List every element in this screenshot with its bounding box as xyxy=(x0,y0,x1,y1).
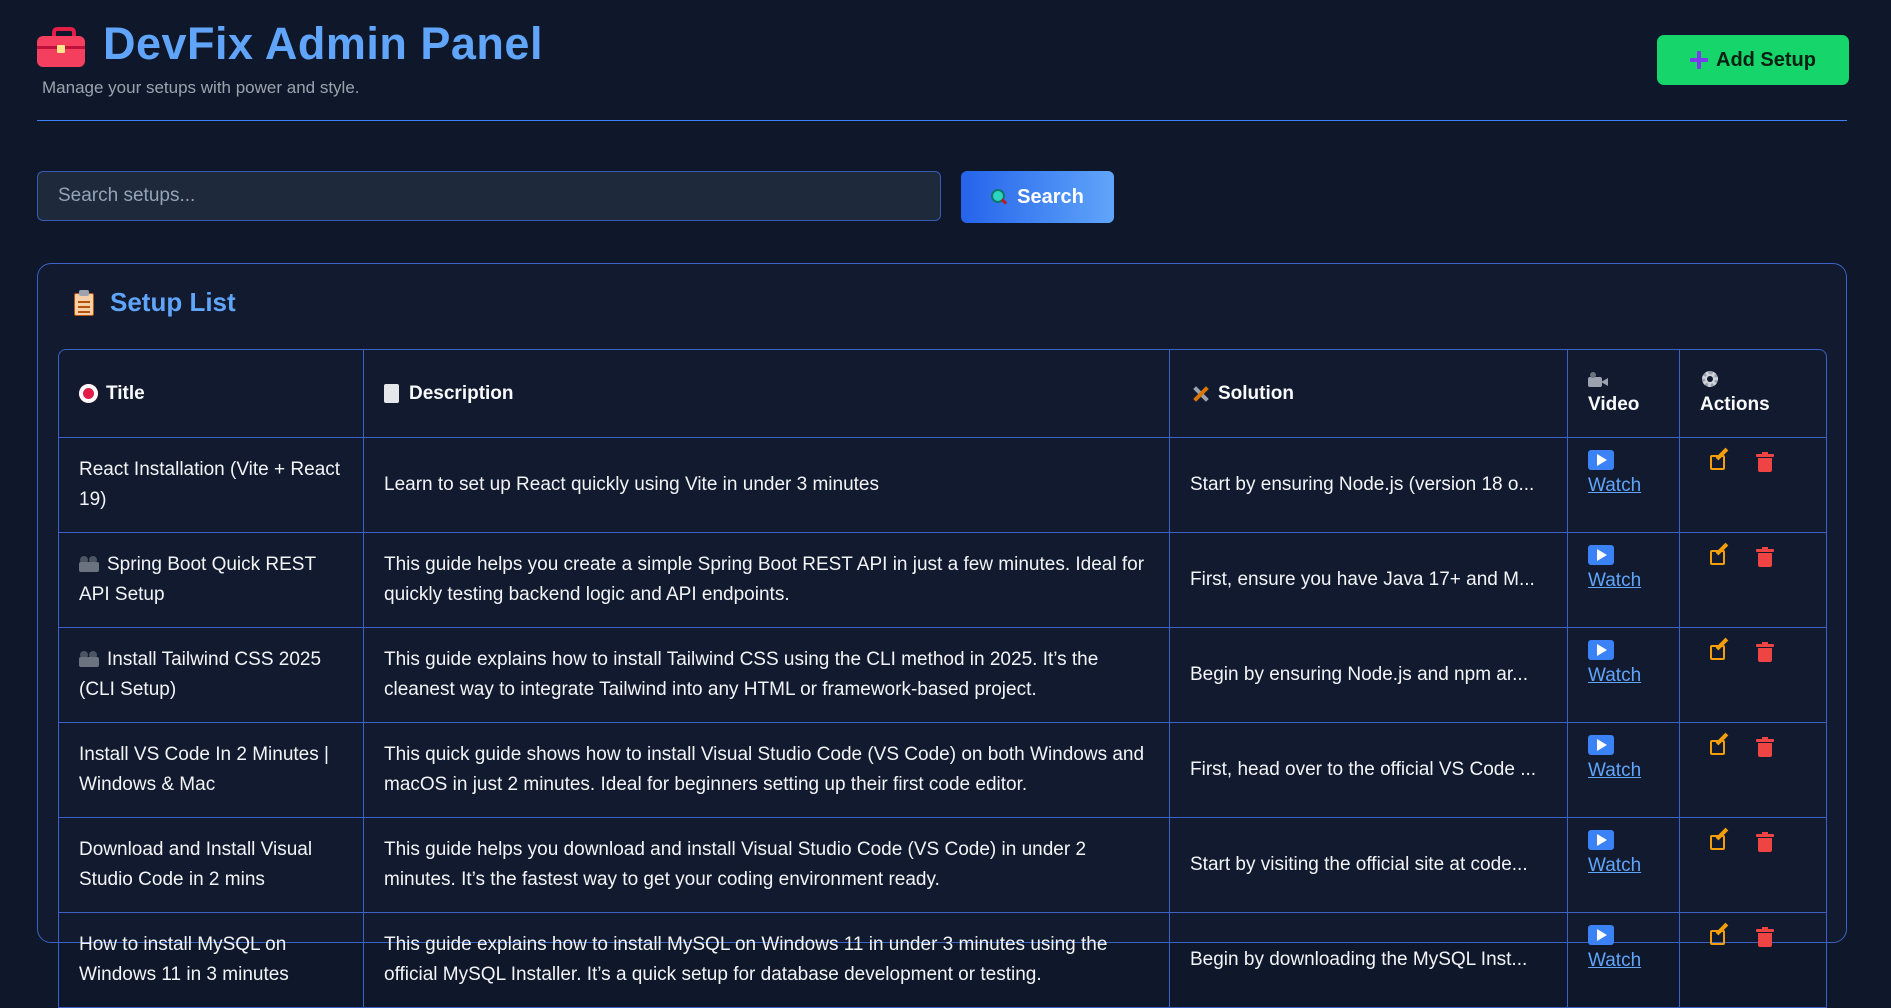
gear-icon xyxy=(1700,369,1720,389)
cell-solution: Start by visiting the official site at c… xyxy=(1170,818,1568,913)
table-row: Download and Install Visual Studio Code … xyxy=(58,818,1827,913)
cell-description: Learn to set up React quickly using Vite… xyxy=(364,438,1170,533)
col-header-solution: Solution xyxy=(1170,349,1568,438)
search-button-label: Search xyxy=(1017,185,1084,208)
panel-title: Setup List xyxy=(110,287,236,317)
col-header-title: Title xyxy=(58,349,364,438)
col-header-description: Description xyxy=(364,349,1170,438)
cell-actions xyxy=(1680,723,1827,818)
cell-video: Watch xyxy=(1568,913,1680,1008)
cell-video: Watch xyxy=(1568,533,1680,628)
trash-icon[interactable] xyxy=(1756,642,1774,662)
film-camera-icon xyxy=(79,556,99,572)
edit-icon[interactable] xyxy=(1710,827,1730,852)
edit-icon[interactable] xyxy=(1710,447,1730,472)
trash-icon[interactable] xyxy=(1756,737,1774,757)
cell-description: This quick guide shows how to install Vi… xyxy=(364,723,1170,818)
cell-video: Watch xyxy=(1568,723,1680,818)
edit-icon[interactable] xyxy=(1710,922,1730,947)
edit-icon[interactable] xyxy=(1710,542,1730,567)
col-header-video: Video xyxy=(1568,349,1680,438)
play-icon[interactable] xyxy=(1588,640,1614,660)
cell-actions xyxy=(1680,818,1827,913)
watch-link[interactable]: Watch xyxy=(1588,570,1641,591)
play-icon[interactable] xyxy=(1588,735,1614,755)
trash-icon[interactable] xyxy=(1756,452,1774,472)
trash-icon[interactable] xyxy=(1756,832,1774,852)
plus-icon xyxy=(1690,51,1708,69)
cell-title: Spring Boot Quick REST API Setup xyxy=(58,533,364,628)
app-title: DevFix Admin Panel xyxy=(103,18,543,69)
tools-icon xyxy=(1190,384,1210,404)
panel-header: Setup List xyxy=(74,287,236,318)
edit-icon[interactable] xyxy=(1710,637,1730,662)
cell-actions xyxy=(1680,438,1827,533)
cell-solution: First, head over to the official VS Code… xyxy=(1170,723,1568,818)
watch-link[interactable]: Watch xyxy=(1588,855,1641,876)
toolbox-icon xyxy=(37,27,85,69)
cell-video: Watch xyxy=(1568,628,1680,723)
cell-actions xyxy=(1680,628,1827,723)
cell-solution: Begin by downloading the MySQL Inst... xyxy=(1170,913,1568,1008)
table-row: How to install MySQL on Windows 11 in 3 … xyxy=(58,913,1827,1008)
header-divider xyxy=(37,120,1847,121)
play-icon[interactable] xyxy=(1588,450,1614,470)
search-bar: Search xyxy=(37,171,1114,223)
watch-link[interactable]: Watch xyxy=(1588,760,1641,781)
table-header-row: Title Description Solution Video Actions xyxy=(58,349,1827,438)
cell-title: Download and Install Visual Studio Code … xyxy=(58,818,364,913)
brand: DevFix Admin Panel xyxy=(37,18,1847,70)
clipboard-icon xyxy=(74,289,94,316)
cell-solution: Begin by ensuring Node.js and npm ar... xyxy=(1170,628,1568,723)
cell-actions xyxy=(1680,913,1827,1008)
table-row: Spring Boot Quick REST API Setup This gu… xyxy=(58,533,1827,628)
add-setup-button[interactable]: Add Setup xyxy=(1657,35,1849,85)
cell-description: This guide explains how to install MySQL… xyxy=(364,913,1170,1008)
cell-title: How to install MySQL on Windows 11 in 3 … xyxy=(58,913,364,1008)
cell-title: React Installation (Vite + React 19) xyxy=(58,438,364,533)
col-header-actions: Actions xyxy=(1680,349,1827,438)
film-camera-icon xyxy=(79,651,99,667)
table-row: React Installation (Vite + React 19) Lea… xyxy=(58,438,1827,533)
cell-solution: First, ensure you have Java 17+ and M... xyxy=(1170,533,1568,628)
cell-solution: Start by ensuring Node.js (version 18 o.… xyxy=(1170,438,1568,533)
watch-link[interactable]: Watch xyxy=(1588,950,1641,971)
table-row: Install Tailwind CSS 2025 (CLI Setup) Th… xyxy=(58,628,1827,723)
setups-table: Title Description Solution Video Actions… xyxy=(58,349,1827,1008)
cell-description: This guide explains how to install Tailw… xyxy=(364,628,1170,723)
search-input[interactable] xyxy=(37,171,941,221)
document-icon xyxy=(384,384,399,403)
table-row: Install VS Code In 2 Minutes | Windows &… xyxy=(58,723,1827,818)
trash-icon[interactable] xyxy=(1756,927,1774,947)
add-setup-label: Add Setup xyxy=(1716,48,1816,71)
page-header: DevFix Admin Panel Manage your setups wi… xyxy=(37,18,1847,122)
watch-link[interactable]: Watch xyxy=(1588,665,1641,686)
app-subtitle: Manage your setups with power and style. xyxy=(42,78,360,97)
play-icon[interactable] xyxy=(1588,925,1614,945)
cell-description: This guide helps you create a simple Spr… xyxy=(364,533,1170,628)
cell-description: This guide helps you download and instal… xyxy=(364,818,1170,913)
magnifier-icon xyxy=(991,189,1008,205)
target-icon xyxy=(79,384,98,403)
watch-link[interactable]: Watch xyxy=(1588,475,1641,496)
play-icon[interactable] xyxy=(1588,545,1614,565)
search-button[interactable]: Search xyxy=(961,171,1114,223)
cell-title: Install Tailwind CSS 2025 (CLI Setup) xyxy=(58,628,364,723)
edit-icon[interactable] xyxy=(1710,732,1730,757)
video-camera-icon xyxy=(1588,369,1608,389)
cell-title: Install VS Code In 2 Minutes | Windows &… xyxy=(58,723,364,818)
cell-video: Watch xyxy=(1568,438,1680,533)
setup-list-panel: Setup List Title Description Solution Vi… xyxy=(37,263,1847,1008)
play-icon[interactable] xyxy=(1588,830,1614,850)
cell-video: Watch xyxy=(1568,818,1680,913)
trash-icon[interactable] xyxy=(1756,547,1774,567)
cell-actions xyxy=(1680,533,1827,628)
